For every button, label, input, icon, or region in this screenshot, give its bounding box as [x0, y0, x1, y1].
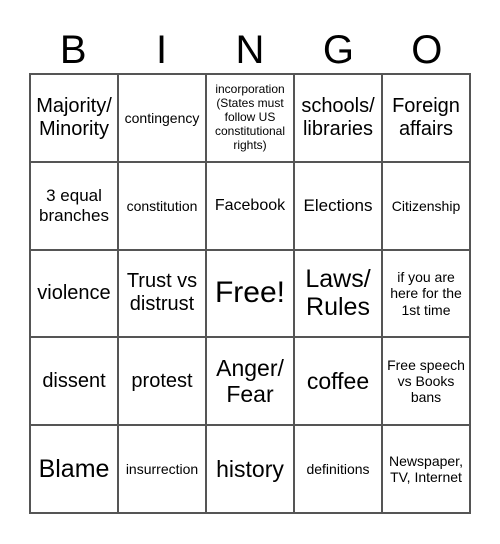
bingo-cell[interactable]: 3 equal branches [30, 161, 118, 250]
header-letter-b: B [59, 28, 87, 72]
cell-text: coffee [306, 368, 370, 395]
cell-text: Elections [303, 195, 373, 215]
bingo-cell[interactable]: incorporation (States must follow US con… [206, 74, 294, 162]
bingo-cell[interactable]: Blame [30, 425, 118, 513]
cell-text: if you are here for the 1st time [390, 269, 462, 318]
cell-text: Laws/ Rules [305, 264, 371, 322]
cell-text: definitions [306, 461, 370, 478]
bingo-cell[interactable]: insurrection [118, 425, 206, 513]
bingo-cell[interactable]: Facebook [206, 161, 294, 250]
cell-text: protest [131, 369, 193, 392]
cell-text: history [216, 455, 284, 482]
cell-text: schools/ libraries [301, 94, 375, 140]
header-letter-g: G [322, 28, 354, 72]
header-letter-o: O [411, 28, 443, 72]
free-space-cell[interactable]: Free! [206, 249, 294, 338]
cell-text: Anger/ Fear [216, 354, 284, 408]
bingo-cell[interactable]: schools/ libraries [294, 74, 382, 162]
bingo-cell[interactable]: Trust vs distrust [118, 249, 206, 338]
cell-text: Facebook [214, 196, 286, 214]
cell-text: Foreign affairs [392, 94, 460, 140]
bingo-cell[interactable]: Majority/ Minority [30, 74, 118, 162]
header-letter-i: I [156, 28, 168, 72]
header-letter-n: N [235, 28, 265, 72]
cell-text: incorporation (States must follow US con… [214, 82, 286, 152]
bingo-cell[interactable]: Anger/ Fear [206, 337, 294, 426]
bingo-cell[interactable]: contingency [118, 74, 206, 162]
cell-text: constitution [126, 197, 198, 214]
bingo-cell[interactable]: if you are here for the 1st time [382, 249, 470, 338]
bingo-cell[interactable]: Elections [294, 161, 382, 250]
cell-text: 3 equal branches [39, 186, 109, 225]
bingo-header: B I N G O [29, 28, 471, 73]
bingo-cell[interactable]: coffee [294, 337, 382, 426]
cell-text: Free speech vs Books bans [387, 357, 465, 406]
cell-text: insurrection [125, 461, 199, 478]
cell-text: Citizenship [391, 197, 461, 214]
bingo-cell[interactable]: definitions [294, 425, 382, 513]
bingo-cell[interactable]: violence [30, 249, 118, 338]
cell-text: violence [37, 281, 111, 304]
cell-text: Newspaper, TV, Internet [389, 453, 463, 486]
cell-text: dissent [42, 369, 106, 392]
cell-text: Blame [38, 454, 110, 483]
cell-text: Free! [214, 276, 286, 310]
bingo-cell[interactable]: protest [118, 337, 206, 426]
bingo-cell[interactable]: dissent [30, 337, 118, 426]
bingo-card-grid: Majority/ Minority contingency incorpora… [29, 73, 471, 514]
cell-text: contingency [124, 109, 200, 126]
bingo-cell[interactable]: Laws/ Rules [294, 249, 382, 338]
bingo-cell[interactable]: constitution [118, 161, 206, 250]
bingo-cell[interactable]: Newspaper, TV, Internet [382, 425, 470, 513]
bingo-cell[interactable]: Citizenship [382, 161, 470, 250]
cell-text: Majority/ Minority [36, 94, 112, 140]
cell-text: Trust vs distrust [126, 270, 198, 316]
bingo-cell[interactable]: Foreign affairs [382, 74, 470, 162]
bingo-cell[interactable]: history [206, 425, 294, 513]
bingo-cell[interactable]: Free speech vs Books bans [382, 337, 470, 426]
